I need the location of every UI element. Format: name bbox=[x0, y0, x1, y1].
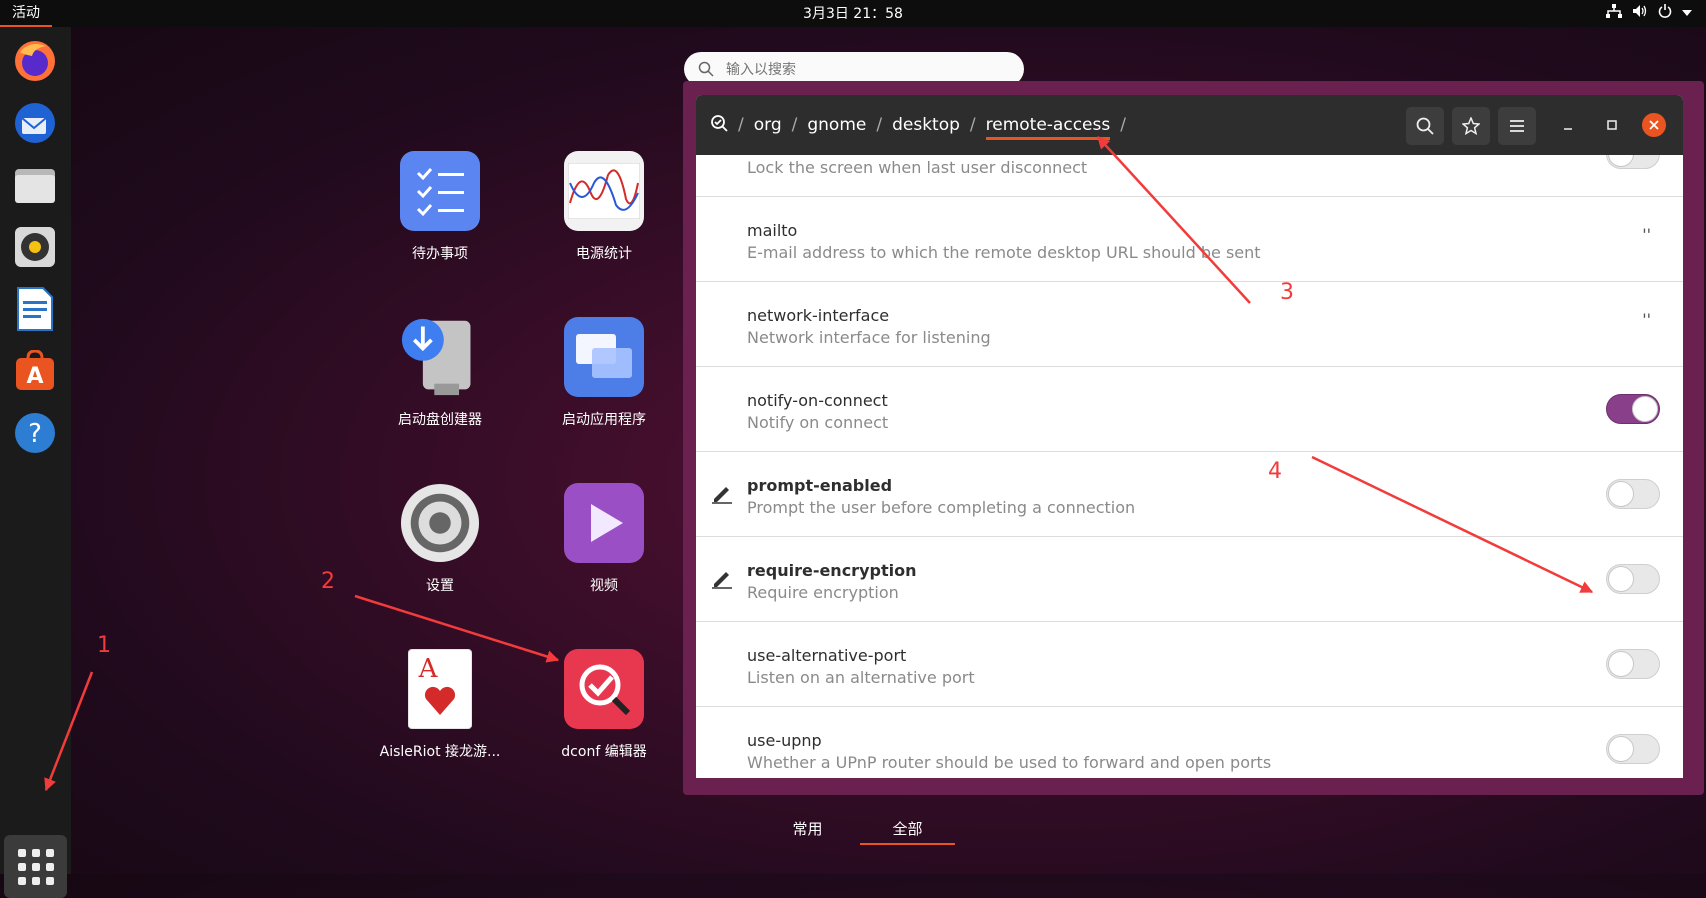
annotation-label: 4 bbox=[1268, 459, 1282, 484]
annotation-label: 2 bbox=[321, 569, 335, 594]
annotation-arrow-3 bbox=[1097, 136, 1251, 304]
annotation-arrows bbox=[44, 136, 1594, 792]
annotation-arrow-1 bbox=[44, 671, 94, 792]
annotation-arrow-2 bbox=[354, 594, 560, 663]
annotation-label: 3 bbox=[1280, 280, 1294, 305]
annotation-arrow-4 bbox=[1311, 455, 1594, 594]
annotation-label: 1 bbox=[97, 633, 111, 658]
